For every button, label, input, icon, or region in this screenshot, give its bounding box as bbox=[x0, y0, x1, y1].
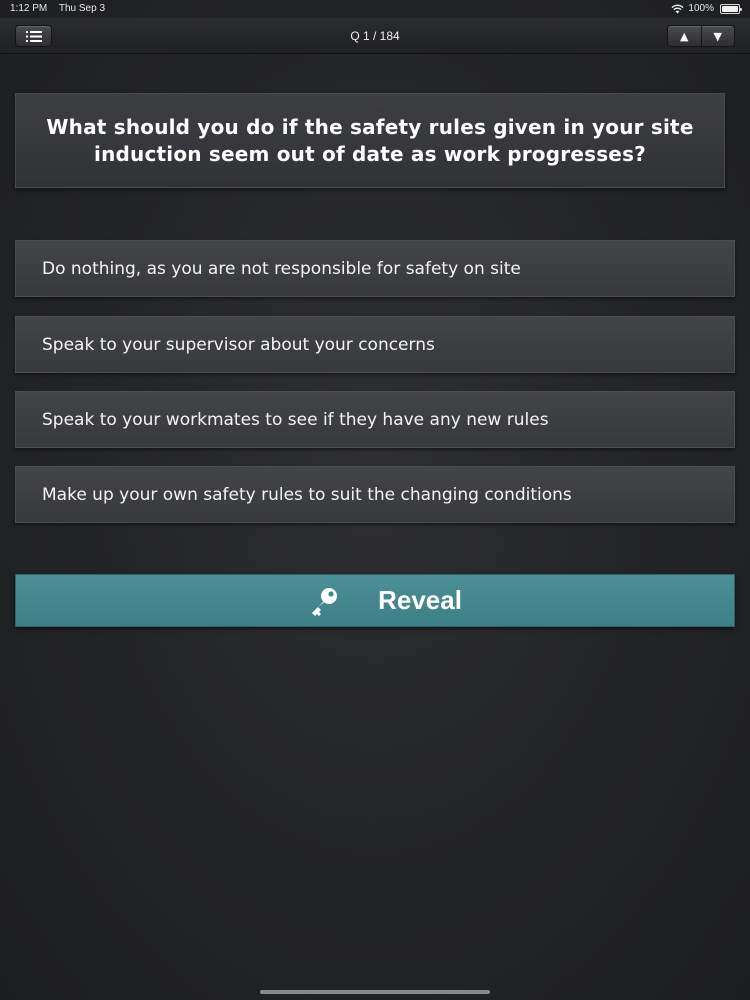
reveal-label: Reveal bbox=[378, 585, 462, 615]
question-card: What should you do if the safety rules g… bbox=[15, 93, 725, 188]
arrow-up-icon: ▲ bbox=[680, 29, 689, 43]
question-text: What should you do if the safety rules g… bbox=[46, 114, 694, 166]
key-icon bbox=[312, 588, 337, 616]
answer-label: Make up your own safety rules to suit th… bbox=[42, 484, 572, 505]
answer-option-2[interactable]: Speak to your supervisor about your conc… bbox=[15, 316, 735, 373]
answer-label: Speak to your supervisor about your conc… bbox=[42, 334, 435, 355]
reveal-button[interactable]: Reveal bbox=[15, 574, 735, 627]
status-time: 1:12 PM bbox=[10, 3, 48, 14]
question-counter: Q 1 / 184 bbox=[350, 29, 400, 43]
next-question-button[interactable]: ▼ bbox=[700, 26, 735, 46]
quiz-screen: 1:12 PM Thu Sep 3 100% Q 1 / 184 ▲ ▼ Wha… bbox=[0, 0, 750, 1000]
question-navigation: ▲ ▼ bbox=[667, 25, 735, 47]
answer-option-3[interactable]: Speak to your workmates to see if they h… bbox=[15, 391, 735, 448]
wifi-icon bbox=[671, 4, 684, 13]
status-date: Thu Sep 3 bbox=[58, 3, 106, 14]
battery-percent: 100% bbox=[688, 3, 714, 14]
status-bar: 1:12 PM Thu Sep 3 100% bbox=[0, 0, 750, 18]
nav-bar: Q 1 / 184 ▲ ▼ bbox=[0, 18, 750, 54]
battery-icon bbox=[720, 3, 742, 14]
answer-label: Speak to your workmates to see if they h… bbox=[42, 409, 549, 430]
answer-option-4[interactable]: Make up your own safety rules to suit th… bbox=[15, 466, 735, 523]
previous-question-button[interactable]: ▲ bbox=[668, 26, 701, 46]
answer-option-1[interactable]: Do nothing, as you are not responsible f… bbox=[15, 240, 735, 297]
home-indicator[interactable] bbox=[260, 990, 490, 994]
answer-label: Do nothing, as you are not responsible f… bbox=[42, 258, 521, 279]
arrow-down-icon: ▼ bbox=[713, 29, 722, 43]
